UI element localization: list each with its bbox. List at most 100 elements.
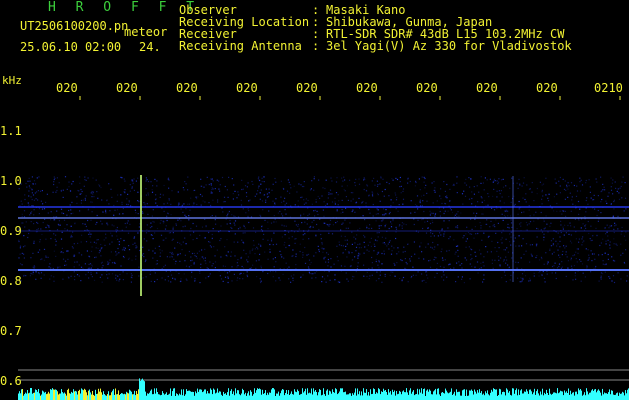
amplitude-bar (235, 388, 236, 400)
noise-speck (260, 267, 262, 269)
noise-speck (97, 247, 99, 249)
noise-speck (196, 198, 198, 200)
noise-speck (52, 267, 54, 270)
noise-speck (374, 245, 376, 247)
noise-speck (110, 251, 112, 253)
amplitude-bar (381, 391, 382, 400)
noise-speck (22, 222, 24, 224)
noise-speck (541, 258, 543, 260)
amplitude-bar (92, 391, 93, 400)
noise-speck (209, 261, 211, 263)
noise-speck (242, 267, 245, 269)
noise-speck (576, 185, 578, 187)
noise-speck (64, 264, 66, 266)
noise-speck (282, 273, 284, 275)
noise-speck (70, 275, 72, 277)
noise-speck (620, 233, 622, 235)
noise-speck (258, 259, 260, 261)
noise-speck (584, 276, 586, 278)
noise-speck (505, 185, 507, 187)
noise-speck (285, 262, 287, 264)
noise-speck (246, 275, 249, 278)
noise-speck (118, 252, 120, 254)
noise-speck (256, 193, 258, 195)
noise-speck (489, 178, 491, 180)
noise-speck (107, 261, 109, 263)
amplitude-bar (556, 393, 557, 400)
noise-speck (121, 203, 123, 205)
noise-speck (337, 204, 339, 206)
noise-speck (28, 177, 30, 179)
amplitude-bar (113, 389, 114, 400)
amplitude-bar (527, 391, 528, 400)
amplitude-bar (328, 394, 329, 400)
noise-speck (626, 275, 628, 277)
noise-speck (246, 195, 248, 198)
amplitude-bar (325, 395, 326, 400)
noise-speck (368, 278, 370, 280)
noise-speck (231, 266, 233, 268)
noise-speck (600, 278, 602, 280)
noise-speck (399, 277, 401, 280)
noise-speck (265, 199, 267, 201)
noise-speck (383, 213, 386, 215)
noise-speck (533, 200, 535, 202)
noise-speck (404, 258, 406, 260)
noise-speck (204, 257, 206, 259)
noise-speck (520, 257, 522, 259)
noise-speck (371, 267, 373, 269)
noise-speck (583, 240, 585, 242)
noise-speck (621, 226, 623, 229)
noise-speck (56, 210, 58, 212)
noise-speck (607, 235, 609, 237)
amplitude-bar (200, 389, 201, 400)
noise-speck (290, 281, 292, 283)
noise-speck (241, 188, 243, 191)
noise-speck (169, 251, 171, 254)
noise-speck (612, 259, 615, 261)
noise-speck (588, 179, 590, 181)
noise-speck (240, 204, 243, 206)
noise-speck (282, 215, 284, 217)
noise-speck (392, 218, 394, 220)
noise-speck (18, 239, 20, 241)
noise-speck (23, 274, 25, 276)
amplitude-bar (212, 394, 213, 400)
noise-speck (574, 275, 576, 277)
amplitude-bar (252, 395, 253, 400)
noise-speck (48, 266, 50, 268)
noise-speck (556, 267, 559, 269)
noise-speck (376, 185, 379, 187)
amplitude-bar (268, 394, 269, 400)
amplitude-bar (502, 392, 503, 400)
noise-speck (567, 267, 569, 269)
noise-speck (57, 266, 59, 268)
noise-speck (378, 260, 380, 262)
noise-speck (475, 233, 477, 235)
noise-speck (142, 246, 144, 248)
noise-speck (303, 213, 305, 215)
noise-speck (343, 188, 345, 191)
noise-speck (431, 247, 433, 249)
noise-speck (588, 232, 590, 235)
noise-speck (578, 238, 580, 240)
noise-speck (183, 273, 185, 275)
noise-speck (199, 234, 201, 236)
noise-speck (137, 232, 139, 234)
amplitude-bar (548, 395, 549, 400)
noise-speck (90, 274, 92, 276)
noise-speck (239, 226, 241, 228)
amplitude-bar (124, 393, 125, 400)
noise-speck (340, 265, 342, 267)
noise-speck (497, 241, 499, 244)
noise-speck (185, 278, 187, 280)
amplitude-bar (199, 389, 200, 400)
noise-speck (291, 255, 293, 257)
noise-speck (388, 241, 390, 243)
amplitude-bar (555, 392, 556, 400)
noise-speck (613, 238, 615, 240)
noise-speck (395, 177, 397, 179)
noise-speck (114, 209, 116, 211)
noise-speck (267, 258, 269, 260)
noise-speck (464, 195, 467, 197)
